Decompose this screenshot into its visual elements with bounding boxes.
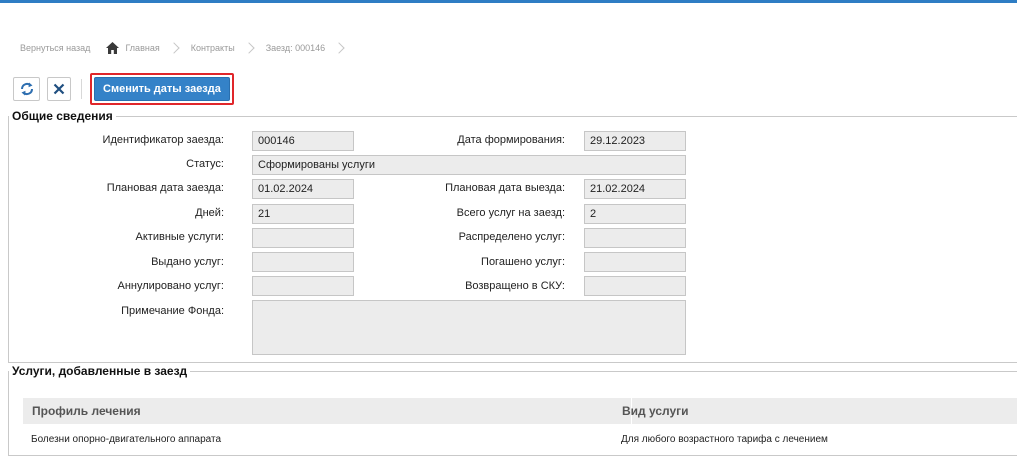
top-accent-bar (0, 0, 1017, 3)
fund-note-field (252, 300, 686, 355)
chevron-right-icon (168, 42, 180, 54)
status-label: Статус: (186, 158, 224, 170)
id-field: 000146 (252, 131, 354, 151)
redeemed-services-field (584, 252, 686, 272)
breadcrumb-current: Заезд: 000146 (265, 43, 326, 53)
issued-services-label: Выдано услуг: (151, 256, 224, 268)
breadcrumb-home-label: Главная (125, 43, 160, 53)
redeemed-services-label: Погашено услуг: (481, 256, 565, 268)
column-header-service-type[interactable]: Вид услуги (622, 404, 689, 418)
days-field: 21 (252, 204, 354, 224)
close-icon (53, 83, 65, 95)
column-header-profile[interactable]: Профиль лечения (32, 404, 141, 418)
table-cell-profile: Болезни опорно-двигательного аппарата (31, 434, 222, 445)
active-services-label: Активные услуги: (135, 231, 224, 243)
formed-date-label: Дата формирования: (457, 134, 565, 146)
breadcrumb-back-link[interactable]: Вернуться назад (20, 43, 90, 53)
planned-checkin-label: Плановая дата заезда: (106, 182, 224, 194)
breadcrumb: Вернуться назад Главная Контракты Заезд:… (20, 40, 356, 56)
days-label: Дней: (195, 207, 224, 219)
fund-note-label: Примечание Фонда: (121, 305, 224, 317)
home-icon (106, 42, 120, 54)
breadcrumb-separator-icon (90, 45, 98, 52)
toolbar: Сменить даты заезда (13, 73, 234, 105)
chevron-right-icon (243, 42, 255, 54)
table-cell-service-type: Для любого возрастного тарифа с лечением (621, 434, 828, 445)
close-button[interactable] (47, 77, 71, 101)
id-label: Идентификатор заезда: (102, 134, 224, 146)
refresh-button[interactable] (13, 77, 40, 101)
breadcrumb-home-link[interactable]: Главная (106, 42, 160, 54)
highlight-frame: Сменить даты заезда (90, 73, 234, 105)
services-table-header: Профиль лечения Вид услуги (23, 398, 1017, 424)
cancelled-services-field (252, 276, 354, 296)
general-info-title: Общие сведения (12, 109, 113, 123)
toolbar-divider (81, 79, 82, 99)
returned-sku-label: Возвращено в СКУ: (465, 280, 565, 292)
cancelled-services-label: Аннулировано услуг: (117, 280, 225, 292)
formed-date-field: 29.12.2023 (584, 131, 686, 151)
issued-services-field (252, 252, 354, 272)
services-section-title: Услуги, добавленные в заезд (12, 364, 188, 378)
planned-checkout-field: 21.02.2024 (584, 179, 686, 199)
planned-checkin-field: 01.02.2024 (252, 179, 354, 199)
distributed-services-field (584, 228, 686, 248)
refresh-icon (20, 82, 33, 96)
breadcrumb-contracts-link[interactable]: Контракты (191, 43, 235, 53)
chevron-right-icon (333, 42, 345, 54)
status-field: Сформированы услуги (252, 155, 686, 175)
total-services-label: Всего услуг на заезд: (456, 207, 565, 219)
active-services-field (252, 228, 354, 248)
total-services-field: 2 (584, 204, 686, 224)
change-dates-button[interactable]: Сменить даты заезда (94, 77, 230, 101)
returned-sku-field (584, 276, 686, 296)
planned-checkout-label: Плановая дата выезда: (445, 182, 565, 194)
distributed-services-label: Распределено услуг: (458, 231, 565, 243)
